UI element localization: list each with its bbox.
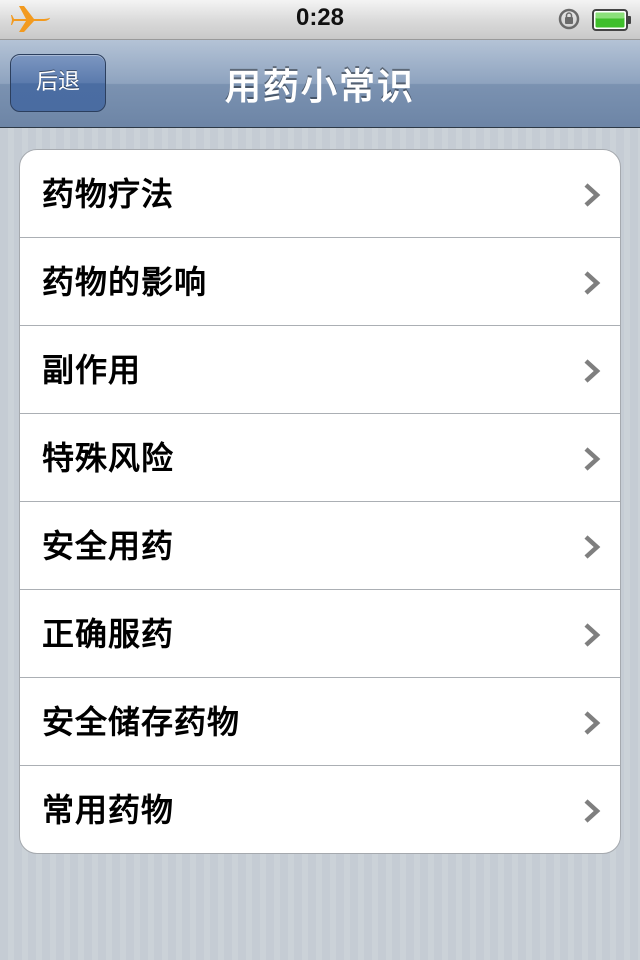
list-item[interactable]: 常用药物 bbox=[20, 766, 620, 853]
status-clock: 0:28 bbox=[295, 4, 345, 31]
battery-icon bbox=[592, 9, 631, 31]
chevron-right-icon bbox=[584, 271, 601, 295]
list-item[interactable]: 药物疗法 bbox=[20, 150, 620, 238]
list-item-label: 副作用 bbox=[42, 351, 142, 389]
list-item[interactable]: 副作用 bbox=[20, 326, 620, 414]
list-item-label: 常用药物 bbox=[42, 791, 175, 829]
list-item-label: 药物疗法 bbox=[42, 175, 175, 213]
back-button[interactable]: 后退 bbox=[10, 54, 106, 112]
list-item[interactable]: 安全储存药物 bbox=[20, 678, 620, 766]
list-item[interactable]: 特殊风险 bbox=[20, 414, 620, 502]
list-item-label: 药物的影响 bbox=[42, 263, 208, 301]
orientation-lock-icon bbox=[558, 8, 580, 30]
list-item[interactable]: 药物的影响 bbox=[20, 238, 620, 326]
list-item-label: 正确服药 bbox=[42, 615, 175, 653]
chevron-right-icon bbox=[584, 799, 601, 823]
chevron-right-icon bbox=[584, 623, 601, 647]
status-bar: 0:28 bbox=[0, 0, 640, 40]
chevron-right-icon bbox=[584, 447, 601, 471]
chevron-right-icon bbox=[584, 535, 601, 559]
navigation-bar: 后退 用药小常识 bbox=[0, 40, 640, 128]
chevron-right-icon bbox=[584, 711, 601, 735]
list-item[interactable]: 安全用药 bbox=[20, 502, 620, 590]
list-item-label: 安全用药 bbox=[42, 527, 175, 565]
list-item-label: 特殊风险 bbox=[42, 439, 175, 477]
chevron-right-icon bbox=[584, 183, 601, 207]
chevron-right-icon bbox=[584, 359, 601, 383]
list-item-label: 安全储存药物 bbox=[42, 703, 241, 741]
menu-list: 药物疗法 药物的影响 副作用 特殊风险 安全用药 正确服药 安全储存药物 常用药… bbox=[19, 149, 621, 854]
list-item[interactable]: 正确服药 bbox=[20, 590, 620, 678]
page-title: 用药小常识 bbox=[224, 67, 415, 108]
